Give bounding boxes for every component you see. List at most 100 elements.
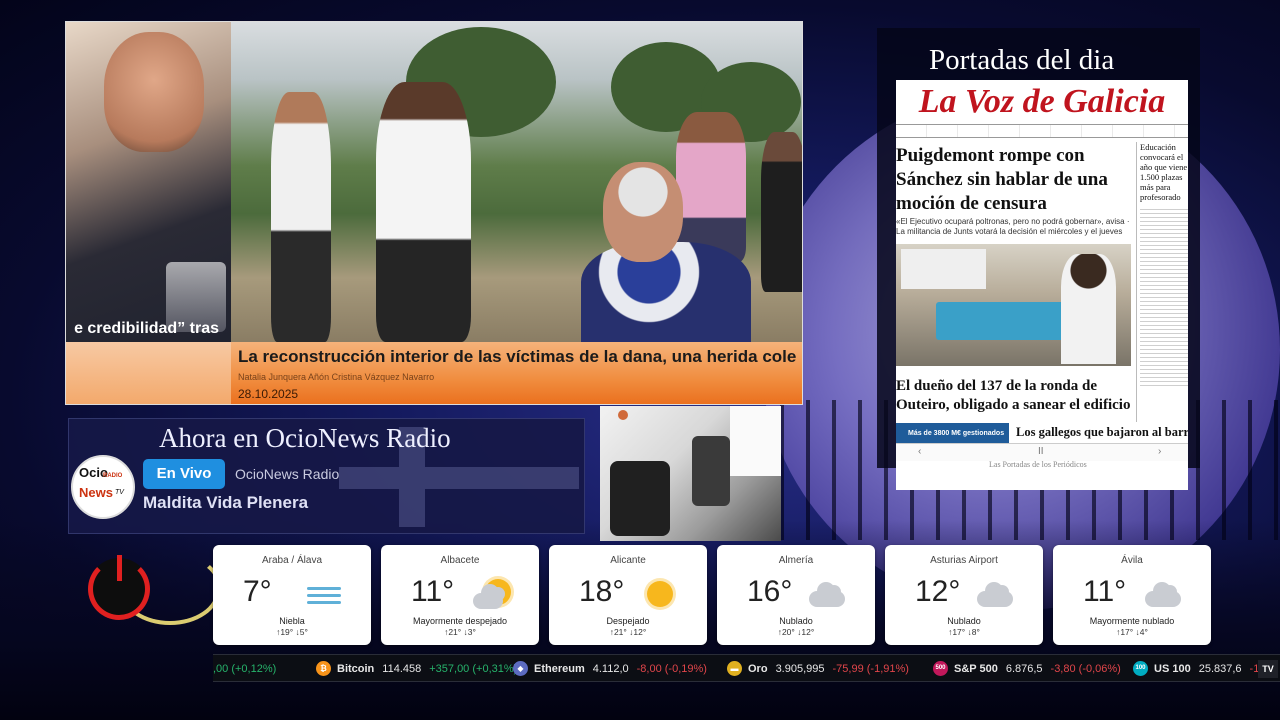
sun-shape [647,581,673,607]
weather-card[interactable]: Ávila 11° Mayormente nublado ↑17° ↓4° [1053,545,1211,645]
ticker-item-ethereum[interactable]: ◆ Ethereum 4.112,0 -8,00 (-0,19%) [513,655,707,681]
paper-headline: Puigdemont rompe con Sánchez sin hablar … [896,145,1108,214]
window [901,249,986,289]
ticker-lead: ,00 (+0,12%) [213,655,277,681]
weather-range: ↑21° ↓12° [609,627,647,637]
ticker-name: S&P 500 [954,663,998,675]
live-badge[interactable]: En Vivo [143,459,225,489]
paper-photo [896,244,1131,366]
ticker-item-us100[interactable]: 100 US 100 25.837,6 -1 [1133,655,1259,681]
weather-condition: Mayormente despejado [412,616,508,626]
weather-condition: Niebla [279,616,305,626]
ticker-change: ,00 (+0,12%) [213,663,277,675]
news-card[interactable]: e credibilidad” tras La reconstrucción i… [65,21,803,405]
weather-card[interactable]: Araba / Álava 7° Niebla ↑19° ↓5° [213,545,371,645]
power-icon [88,555,150,620]
ad-banner: Más de 3800 M€ gestionados [896,423,1009,445]
weather-location: Almería [778,555,814,566]
cloud-icon [1145,577,1185,611]
weather-location: Araba / Álava [261,555,323,566]
ticker-price: 6.876,5 [1005,663,1043,675]
ethereum-icon: ◆ [513,660,528,676]
pause-icon[interactable]: II [1038,446,1044,457]
ticker-change: +357,00 (+0,31%) [429,663,518,675]
weather-temperature: 11° [1083,575,1127,608]
news-credit: Natalia Junquera Añón Cristina Vázquez N… [238,372,435,382]
weather-condition: Mayormente nublado [1089,616,1175,626]
weather-temperature: 16° [747,575,793,608]
us100-icon: 100 [1133,660,1148,676]
weather-range: ↑21° ↓3° [444,627,476,637]
tradingview-icon[interactable]: TV [1258,660,1278,678]
previous-caption-band [66,342,231,404]
person-walking [376,82,471,342]
prev-arrow-icon[interactable]: ‹ [918,446,921,457]
news-photo [231,22,802,342]
logo-text: RADIO [103,473,123,479]
news-headline[interactable]: La reconstrucción interior de las víctim… [238,347,802,367]
ticker-name: Bitcoin [337,663,375,675]
front-pages-panel: Portadas del dia La Voz de Galicia Puigd… [877,28,1200,490]
weather-temperature: 11° [411,575,455,608]
ticker-price: 4.112,0 [592,663,629,675]
front-pages-footer: Las Portadas de los Periódicos [989,460,1087,469]
fog-icon [305,577,345,611]
cloud-shape [809,582,845,607]
weather-condition: Nublado [779,616,813,626]
weather-card[interactable]: Albacete 11° Mayormente despejado ↑21° ↓… [381,545,539,645]
ticker-item-gold[interactable]: ▬ Oro 3.905,995 -75,99 (-1,91%) [727,655,909,681]
person-walking [761,132,802,292]
paper-subheadline: «El Ejecutivo ocupará poltronas, pero no… [896,217,1130,236]
fog-line [307,594,341,597]
cloud-shape [473,584,505,609]
person-walking [271,92,331,342]
logo-text: News [79,485,113,500]
cloud-shape [977,582,1013,607]
person-walking [676,112,746,262]
ticker-name: Ethereum [534,663,585,675]
weather-range: ↑19° ↓5° [276,627,308,637]
next-arrow-icon[interactable]: › [1158,446,1161,457]
weather-location: Albacete [440,555,480,566]
weather-condition: Nublado [947,616,981,626]
ticker-price: 25.837,6 [1198,663,1242,675]
radio-station: OcioNews Radio [235,466,340,482]
paper-second-headline: El dueño del 137 de la ronda de Outeiro,… [896,378,1131,413]
power-stem [117,555,122,581]
light-indicator [618,410,628,420]
elderly-woman-body [581,242,751,342]
market-ticker[interactable]: ,00 (+0,12%) ₿ Bitcoin 114.458 +357,00 (+0,… [213,654,1280,682]
window [730,406,781,476]
previous-headline-fragment: e credibilidad” tras [74,320,219,337]
radio-title: Ahora en OcioNews Radio [159,423,451,453]
sun-icon [641,577,681,611]
chair [610,461,670,536]
gold-icon: ▬ [727,660,742,676]
newspaper-front-page[interactable]: La Voz de Galicia Puigdemont rompe con S… [896,80,1188,490]
weather-range: ↑20° ↓12° [777,627,815,637]
paper-bottom-headline: Los gallegos que bajaron al barro [1016,425,1188,439]
weather-location: Asturias Airport [930,555,998,566]
fog-line [307,601,341,604]
cloud-icon [977,577,1017,611]
sun-cloud-icon [473,577,513,611]
weather-card[interactable]: Alicante 18° Despejado ↑21° ↓12° [549,545,707,645]
ticker-price: 3.905,995 [775,663,825,675]
elderly-woman-face [603,162,683,262]
ticker-price: 114.458 [382,663,422,675]
radio-panel[interactable]: Ahora en OcioNews Radio Ocio RADIO News … [68,418,585,534]
weather-strip [896,124,1188,138]
ticker-item-sp500[interactable]: 500 S&P 500 6.876,5 -3,80 (-0,06%) [933,655,1121,681]
front-pages-title: Portadas del dia [929,44,1115,76]
ocionews-logo: Ocio RADIO News TV [71,455,135,519]
cloud-icon [809,577,849,611]
bitcoin-icon: ₿ [316,660,331,676]
weather-temperature: 18° [579,575,625,608]
ticker-item-bitcoin[interactable]: ₿ Bitcoin 114.458 +357,00 (+0,31%) [316,655,518,681]
weather-card[interactable]: Asturias Airport 12° Nublado ↑17° ↓8° [885,545,1043,645]
slideshow-nav: ‹ II › [896,443,1188,461]
newspaper-masthead: La Voz de Galicia [918,83,1166,120]
man-figure [1061,254,1116,364]
weather-condition: Despejado [606,616,650,626]
weather-card[interactable]: Almería 16° Nublado ↑20° ↓12° [717,545,875,645]
